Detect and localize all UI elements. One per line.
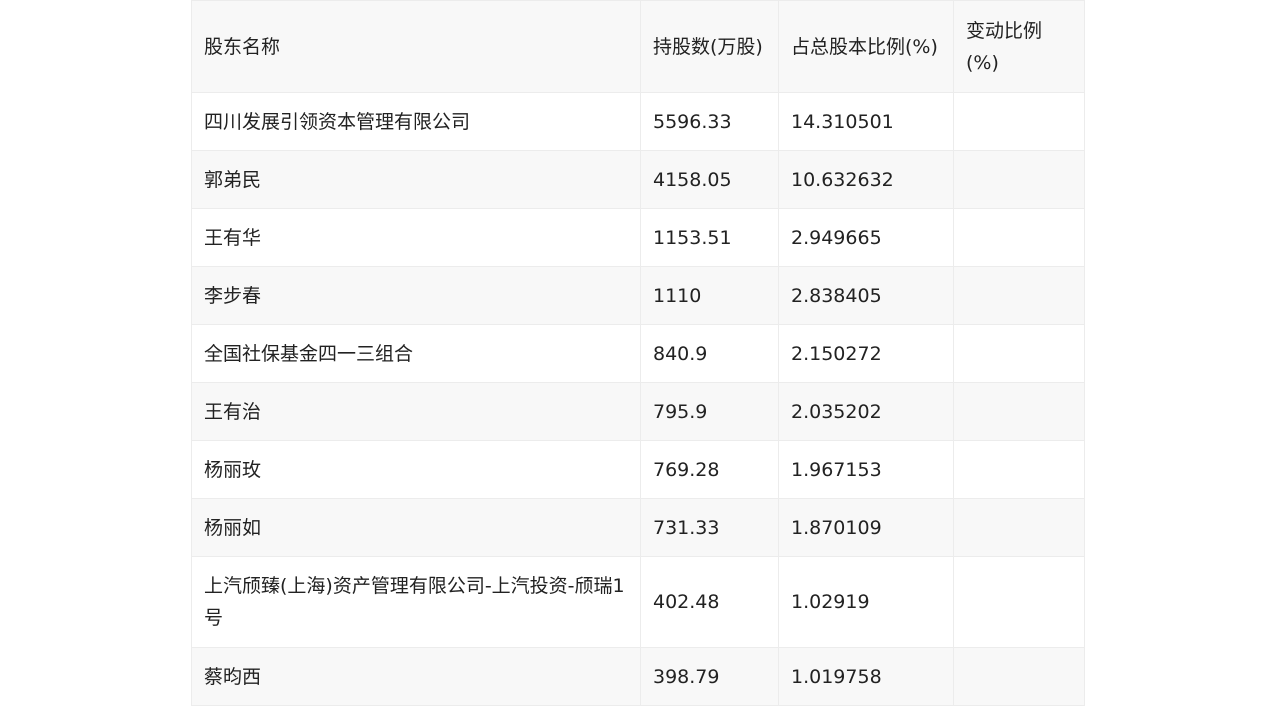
cell-share-ratio: 2.035202 <box>778 382 954 441</box>
cell-change-ratio <box>953 556 1085 648</box>
cell-share-ratio: 10.632632 <box>778 150 954 209</box>
cell-change-ratio <box>953 440 1085 499</box>
cell-share-ratio: 1.02919 <box>778 556 954 648</box>
header-change-ratio: 变动比例(%) <box>953 0 1085 93</box>
cell-shares-held: 731.33 <box>640 498 779 557</box>
table-row: 郭弟民 4158.05 10.632632 <box>191 150 1085 209</box>
cell-shareholder-name: 王有华 <box>191 208 641 267</box>
table-row: 王有治 795.9 2.035202 <box>191 382 1085 441</box>
cell-shareholder-name: 李步春 <box>191 266 641 325</box>
table-row: 上汽颀臻(上海)资产管理有限公司-上汽投资-颀瑞1号 402.48 1.0291… <box>191 556 1085 648</box>
cell-shareholder-name: 蔡昀西 <box>191 647 641 706</box>
cell-shares-held: 1110 <box>640 266 779 325</box>
table-row: 李步春 1110 2.838405 <box>191 266 1085 325</box>
cell-share-ratio: 1.967153 <box>778 440 954 499</box>
cell-shares-held: 5596.33 <box>640 92 779 151</box>
cell-shares-held: 769.28 <box>640 440 779 499</box>
cell-share-ratio: 14.310501 <box>778 92 954 151</box>
cell-shareholder-name: 上汽颀臻(上海)资产管理有限公司-上汽投资-颀瑞1号 <box>191 556 641 648</box>
header-row: 股东名称 持股数(万股) 占总股本比例(%) 变动比例(%) <box>191 0 1085 93</box>
cell-shares-held: 402.48 <box>640 556 779 648</box>
cell-shareholder-name: 王有治 <box>191 382 641 441</box>
table-row: 四川发展引领资本管理有限公司 5596.33 14.310501 <box>191 92 1085 151</box>
cell-shareholder-name: 郭弟民 <box>191 150 641 209</box>
cell-change-ratio <box>953 498 1085 557</box>
cell-shares-held: 398.79 <box>640 647 779 706</box>
cell-shares-held: 4158.05 <box>640 150 779 209</box>
header-shareholder-name: 股东名称 <box>191 0 641 93</box>
cell-shareholder-name: 杨丽如 <box>191 498 641 557</box>
cell-shares-held: 840.9 <box>640 324 779 383</box>
cell-change-ratio <box>953 92 1085 151</box>
header-share-ratio: 占总股本比例(%) <box>778 0 954 93</box>
table-row: 杨丽如 731.33 1.870109 <box>191 498 1085 557</box>
cell-share-ratio: 1.870109 <box>778 498 954 557</box>
table-row: 杨丽玫 769.28 1.967153 <box>191 440 1085 499</box>
cell-shares-held: 795.9 <box>640 382 779 441</box>
cell-change-ratio <box>953 208 1085 267</box>
table-header: 股东名称 持股数(万股) 占总股本比例(%) 变动比例(%) <box>191 0 1085 93</box>
cell-shareholder-name: 全国社保基金四一三组合 <box>191 324 641 383</box>
header-shares-held: 持股数(万股) <box>640 0 779 93</box>
table-body: 四川发展引领资本管理有限公司 5596.33 14.310501 郭弟民 415… <box>191 92 1085 706</box>
cell-share-ratio: 2.949665 <box>778 208 954 267</box>
cell-shareholder-name: 杨丽玫 <box>191 440 641 499</box>
cell-change-ratio <box>953 382 1085 441</box>
cell-change-ratio <box>953 647 1085 706</box>
cell-change-ratio <box>953 266 1085 325</box>
cell-change-ratio <box>953 324 1085 383</box>
table-row: 全国社保基金四一三组合 840.9 2.150272 <box>191 324 1085 383</box>
cell-share-ratio: 1.019758 <box>778 647 954 706</box>
cell-share-ratio: 2.150272 <box>778 324 954 383</box>
cell-shareholder-name: 四川发展引领资本管理有限公司 <box>191 92 641 151</box>
cell-share-ratio: 2.838405 <box>778 266 954 325</box>
cell-change-ratio <box>953 150 1085 209</box>
shareholders-table: 股东名称 持股数(万股) 占总股本比例(%) 变动比例(%) 四川发展引领资本管… <box>191 0 1085 706</box>
table-row: 蔡昀西 398.79 1.019758 <box>191 647 1085 706</box>
table-row: 王有华 1153.51 2.949665 <box>191 208 1085 267</box>
cell-shares-held: 1153.51 <box>640 208 779 267</box>
